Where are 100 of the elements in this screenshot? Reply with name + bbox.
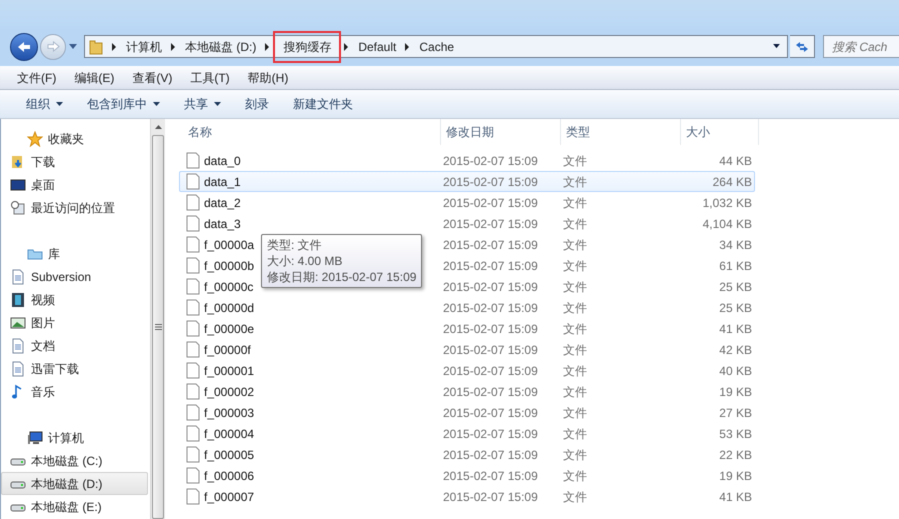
menu-item[interactable]: 工具(T) [181,68,239,86]
size-cell: 61 KB [719,258,752,272]
size-cell: 264 KB [712,174,752,188]
chevron-icon[interactable] [265,42,270,50]
scroll-up-icon[interactable] [154,125,162,129]
date-cell: 2015-02-07 15:09 [443,216,538,230]
sidebar-item[interactable]: 最近访问的位置 [1,196,148,219]
size-cell: 4,104 KB [702,216,752,230]
sidebar-item[interactable]: 本地磁盘 (D:) [1,472,148,495]
size-cell: 19 KB [719,384,752,398]
breadcrumb-item[interactable]: 本地磁盘 (D:) [185,38,256,56]
date-cell: 2015-02-07 15:09 [443,196,538,210]
menu-item[interactable]: 查看(V) [123,68,182,86]
date-cell: 2015-02-07 15:09 [443,406,538,420]
sidebar-item[interactable]: 下载 [1,150,148,173]
menu-item[interactable]: 编辑(E) [65,68,124,86]
grip-icon [154,324,162,330]
dropdown-caret-icon[interactable] [772,44,781,49]
toolbar-button[interactable]: 组织 [14,92,75,116]
chevron-icon[interactable] [344,42,350,50]
sidebar-item[interactable]: 图片 [1,311,148,334]
file-icon [186,215,200,232]
size-cell: 53 KB [719,426,752,440]
image-icon [10,314,26,330]
refresh-button[interactable] [790,35,815,58]
file-icon [186,446,200,463]
size-cell: 41 KB [719,490,752,504]
menu-item[interactable]: 帮助(H) [238,68,298,86]
size-cell: 40 KB [719,364,752,378]
sidebar-item[interactable]: 本地磁盘 (E:) [1,495,148,518]
size-cell: 42 KB [719,342,752,356]
type-cell: 文件 [563,406,587,420]
type-cell: 文件 [563,322,587,336]
toolbar-button[interactable]: 包含到库中 [75,92,172,116]
sidebar-heading[interactable]: 库 [48,244,60,262]
type-cell: 文件 [563,238,587,252]
sidebar-item[interactable]: 本地磁盘 (C:) [1,449,148,472]
file-icon [186,383,200,400]
type-cell: 文件 [563,216,587,230]
type-cell: 文件 [563,154,587,168]
search-field[interactable]: 搜索 Cach [823,35,899,58]
computer-icon [27,430,43,446]
column-header[interactable]: 修改日期 [441,119,561,145]
breadcrumb-item[interactable]: Cache [419,38,454,56]
sidebar-heading[interactable]: 计算机 [48,428,84,446]
file-icon [186,467,200,484]
file-name: f_000003 [204,404,254,422]
type-cell: 文件 [563,196,587,210]
file-icon [186,278,200,295]
size-cell: 22 KB [719,448,752,462]
chevron-icon[interactable] [112,42,117,50]
scroll-thumb[interactable] [152,135,164,519]
date-cell: 2015-02-07 15:09 [443,448,538,462]
type-cell: 文件 [563,490,587,504]
file-name: data_2 [204,194,241,212]
breadcrumb-item[interactable]: 搜狗缓存 [273,30,342,62]
document-icon [10,268,26,284]
date-cell: 2015-02-07 15:09 [443,174,538,188]
date-cell: 2015-02-07 15:09 [443,384,538,398]
column-header[interactable]: 类型 [561,119,681,145]
toolbar-button[interactable]: 新建文件夹 [281,92,365,116]
type-cell: 文件 [563,174,587,188]
size-cell: 19 KB [719,468,752,482]
file-icon [186,404,200,421]
type-cell: 文件 [563,448,587,462]
file-name: f_00000b [204,258,254,274]
breadcrumb-item[interactable]: Default [358,38,396,56]
sidebar-item[interactable]: 视频 [1,288,148,311]
column-header[interactable]: 名称 [183,119,441,145]
type-cell: 文件 [563,300,587,314]
file-row[interactable]: data_1 2015-02-07 15:09 文件 264 KB [179,171,755,192]
file-name: f_00000c [204,278,254,296]
file-icon [186,194,200,211]
file-icon [186,173,200,190]
size-cell: 44 KB [719,154,752,168]
breadcrumb-item[interactable]: 计算机 [126,38,162,56]
file-icon [186,152,200,169]
size-cell: 34 KB [719,238,752,252]
file-name: data_1 [204,174,241,190]
menu-item[interactable]: 文件(F) [8,68,66,86]
sidebar-item[interactable]: 文档 [1,334,148,357]
folder-icon [89,38,103,54]
toolbar-button[interactable]: 刻录 [233,92,281,116]
chevron-icon[interactable] [171,42,176,50]
column-header[interactable]: 大小 [681,119,759,145]
sidebar-item[interactable]: 迅雷下载 [1,357,148,380]
sidebar-heading[interactable]: 收藏夹 [48,130,84,148]
back-button[interactable] [10,32,38,60]
film-icon [10,292,26,308]
sidebar-item[interactable]: 音乐 [1,380,148,403]
sidebar-item[interactable]: Subversion [1,265,148,288]
date-cell: 2015-02-07 15:09 [443,280,538,294]
sidebar-item[interactable]: 桌面 [1,173,148,196]
chevron-icon[interactable] [405,42,410,50]
refresh-icon [795,40,809,52]
file-name: f_00000d [204,300,254,316]
scrollbar[interactable] [150,119,165,519]
toolbar-button[interactable]: 共享 [172,92,233,116]
file-name: f_000007 [204,488,254,506]
tooltip-line: 类型: 文件 [267,237,323,253]
